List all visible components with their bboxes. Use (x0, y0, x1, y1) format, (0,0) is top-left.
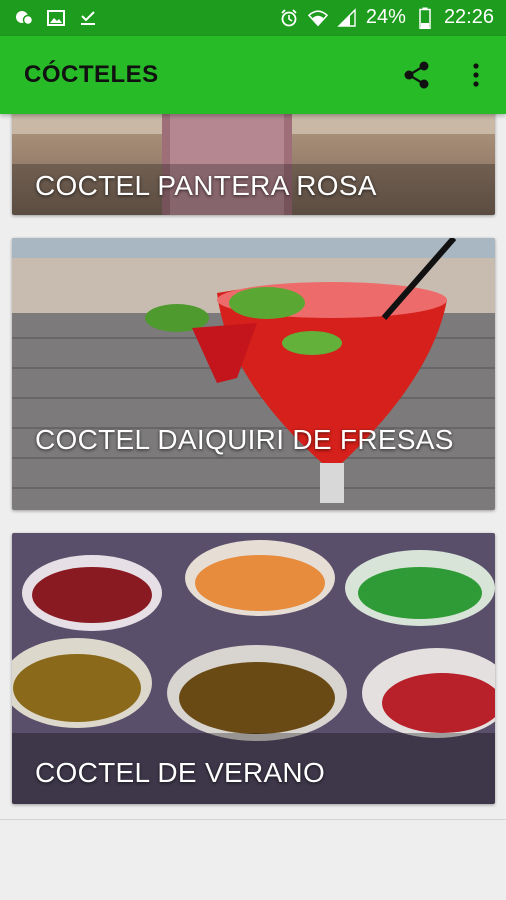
wifi-icon (307, 8, 328, 28)
cocktail-card[interactable]: COCTEL PANTERA ROSA (12, 114, 495, 215)
download-done-icon (78, 8, 98, 28)
cocktail-card[interactable]: COCTEL DAIQUIRI DE FRESAS (12, 238, 495, 510)
share-button[interactable] (400, 58, 434, 92)
card-title: COCTEL DAIQUIRI DE FRESAS (35, 424, 454, 455)
image-icon (46, 8, 66, 28)
alarm-icon (279, 8, 299, 28)
battery-icon (415, 7, 435, 29)
cocktail-card[interactable]: COCTEL DE VERANO (12, 533, 495, 804)
app-title: CÓCTELES (24, 61, 159, 88)
list-bottom-divider (0, 819, 506, 820)
chat-bubble-icon (14, 8, 34, 28)
app-bar: CÓCTELES (0, 36, 506, 114)
clock-time: 22:26 (443, 6, 494, 28)
card-title: COCTEL DE VERANO (35, 757, 326, 788)
status-bar: 24% 22:26 (0, 0, 506, 36)
battery-percent: 24% (365, 6, 406, 28)
cocktail-image (12, 238, 495, 510)
card-title: COCTEL PANTERA ROSA (35, 170, 377, 201)
cocktail-list: COCTEL PANTERA ROSA COCTEL DAIQUIRI DE F… (0, 114, 506, 819)
signal-icon (337, 7, 357, 28)
more-vert-icon (473, 63, 479, 87)
more-options-button[interactable] (462, 58, 490, 92)
share-icon (404, 61, 429, 89)
